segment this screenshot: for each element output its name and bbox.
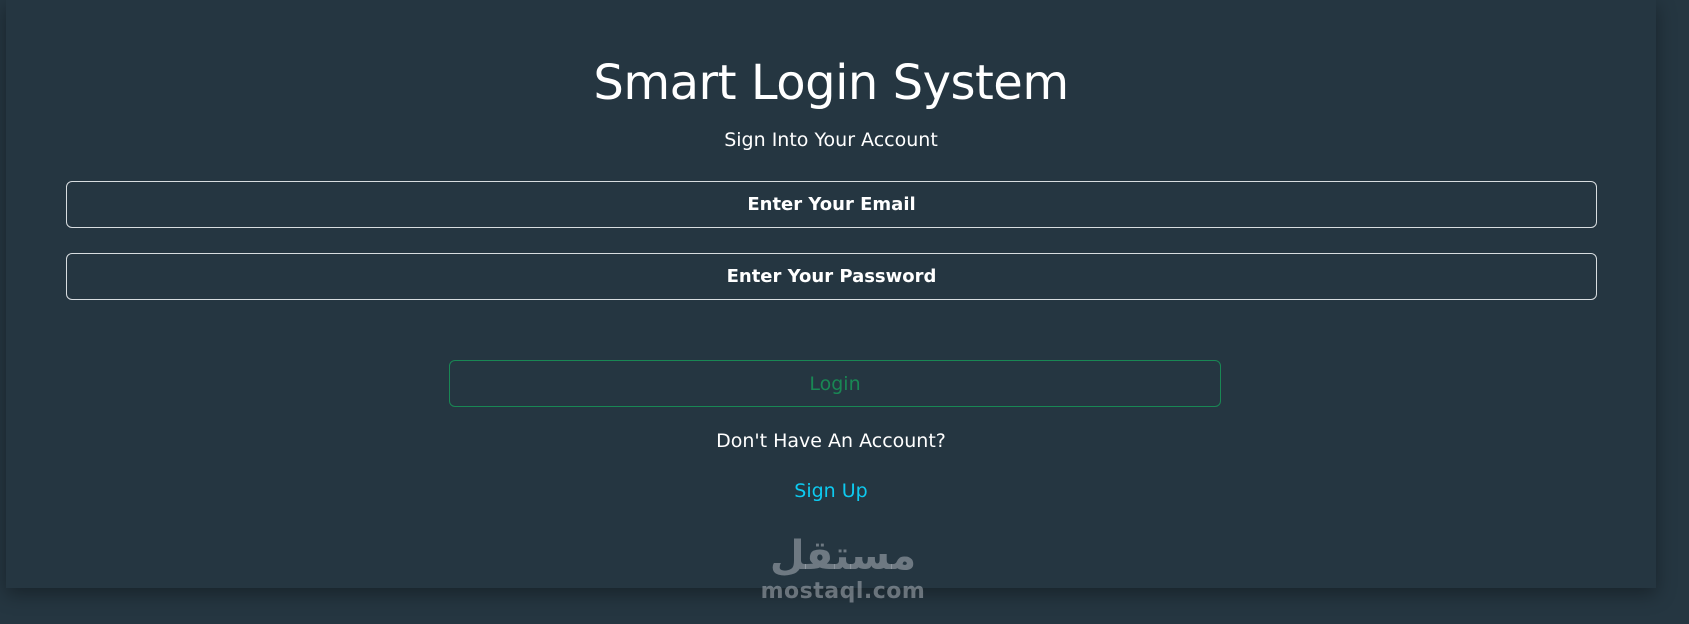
watermark-latin: mostaql.com [760, 579, 926, 604]
email-field[interactable] [66, 181, 1597, 228]
login-card: Smart Login System Sign Into Your Accoun… [6, 0, 1656, 588]
watermark-arabic: مستقل [769, 533, 917, 579]
login-button[interactable]: Login [449, 360, 1221, 407]
signup-link[interactable]: Sign Up [794, 480, 867, 502]
page: Smart Login System Sign Into Your Accoun… [0, 0, 1689, 624]
page-subtitle: Sign Into Your Account [724, 129, 938, 151]
signup-container: Sign Up [6, 480, 1656, 502]
no-account-prompt: Don't Have An Account? [716, 430, 946, 452]
password-field[interactable] [66, 253, 1597, 300]
mostaql-watermark-logo: مستقل mostaql.com [758, 532, 928, 604]
page-title: Smart Login System [593, 55, 1069, 111]
